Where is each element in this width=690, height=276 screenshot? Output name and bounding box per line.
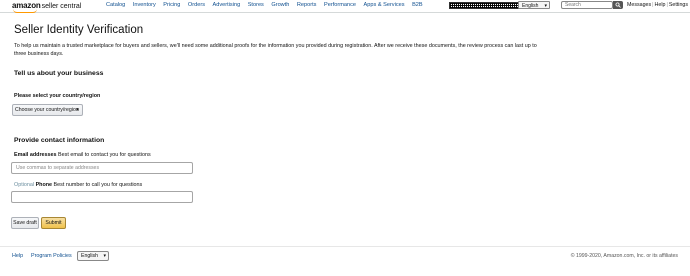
phone-label-hint: Best number to call you for questions <box>52 182 143 188</box>
search-button[interactable] <box>613 1 623 9</box>
messages-link[interactable]: Messages <box>627 2 651 8</box>
nav-orders[interactable]: Orders <box>188 2 205 8</box>
language-select[interactable]: English ▾ <box>518 1 550 9</box>
country-region-dropdown[interactable]: Choose your country/region ▾ <box>12 104 83 116</box>
email-label: Email addresses Best email to contact yo… <box>14 152 151 158</box>
help-link[interactable]: Help <box>655 2 666 8</box>
language-select-value: English <box>522 3 539 9</box>
search-icon <box>615 2 621 8</box>
nav-stores[interactable]: Stores <box>248 2 264 8</box>
nav-performance[interactable]: Performance <box>324 2 356 8</box>
search-placeholder: Search <box>565 2 581 8</box>
email-addresses-input[interactable]: Use commas to separate addresses <box>11 162 193 174</box>
contact-section-heading: Provide contact information <box>14 137 105 144</box>
chevron-down-icon: ▾ <box>76 107 79 113</box>
footer-divider <box>0 246 690 247</box>
nav-inventory[interactable]: Inventory <box>133 2 156 8</box>
amazon-seller-central-logo[interactable]: amazon seller central <box>12 1 82 13</box>
nav-growth[interactable]: Growth <box>271 2 289 8</box>
phone-input[interactable] <box>11 191 193 203</box>
main-nav: Catalog Inventory Pricing Orders Adverti… <box>106 2 430 8</box>
email-placeholder: Use commas to separate addresses <box>16 165 100 171</box>
settings-link[interactable]: Settings <box>669 2 688 8</box>
nav-advertising[interactable]: Advertising <box>213 2 241 8</box>
logo-product: seller central <box>41 3 82 10</box>
intro-text: To help us maintain a trusted marketplac… <box>14 43 537 57</box>
divider: | <box>652 2 654 8</box>
footer-help-link[interactable]: Help <box>12 253 23 259</box>
country-label-text: Please select your country/region <box>14 93 101 99</box>
phone-label: Optional Phone Best number to call you f… <box>14 182 142 188</box>
footer-program-policies-link[interactable]: Program Policies <box>31 253 72 259</box>
copyright-text: © 1999-2020, Amazon.com, Inc. or its aff… <box>570 253 678 259</box>
phone-label-bold: Phone <box>34 182 53 188</box>
footer-language-select[interactable]: English ▾ <box>77 251 109 261</box>
nav-b2b[interactable]: B2B <box>412 2 423 8</box>
submit-button[interactable]: Submit <box>41 217 66 229</box>
nav-catalog[interactable]: Catalog <box>106 2 125 8</box>
nav-reports[interactable]: Reports <box>297 2 317 8</box>
footer-language-value: English <box>81 253 99 259</box>
phone-optional-tag: Optional <box>14 182 35 188</box>
email-label-hint: Best email to contact you for questions <box>56 152 151 158</box>
top-navigation-bar: amazon seller central Catalog Inventory … <box>0 0 690 13</box>
page-title: Seller Identity Verification <box>14 24 144 36</box>
top-links: Messages|Help|Settings <box>627 2 688 8</box>
nav-pricing[interactable]: Pricing <box>163 2 180 8</box>
chevron-down-icon: ▾ <box>103 253 106 259</box>
save-draft-button[interactable]: Save draft <box>11 217 39 229</box>
country-dropdown-value: Choose your country/region <box>15 107 79 113</box>
country-label: Please select your country/region <box>14 93 100 99</box>
nav-apps-services[interactable]: Apps & Services <box>364 2 405 8</box>
email-label-bold: Email addresses <box>14 152 57 158</box>
search-input[interactable]: Search <box>561 1 613 9</box>
divider: | <box>666 2 668 8</box>
amazon-smile-icon <box>13 9 37 13</box>
business-section-heading: Tell us about your business <box>14 70 104 77</box>
chevron-down-icon: ▾ <box>544 3 547 9</box>
